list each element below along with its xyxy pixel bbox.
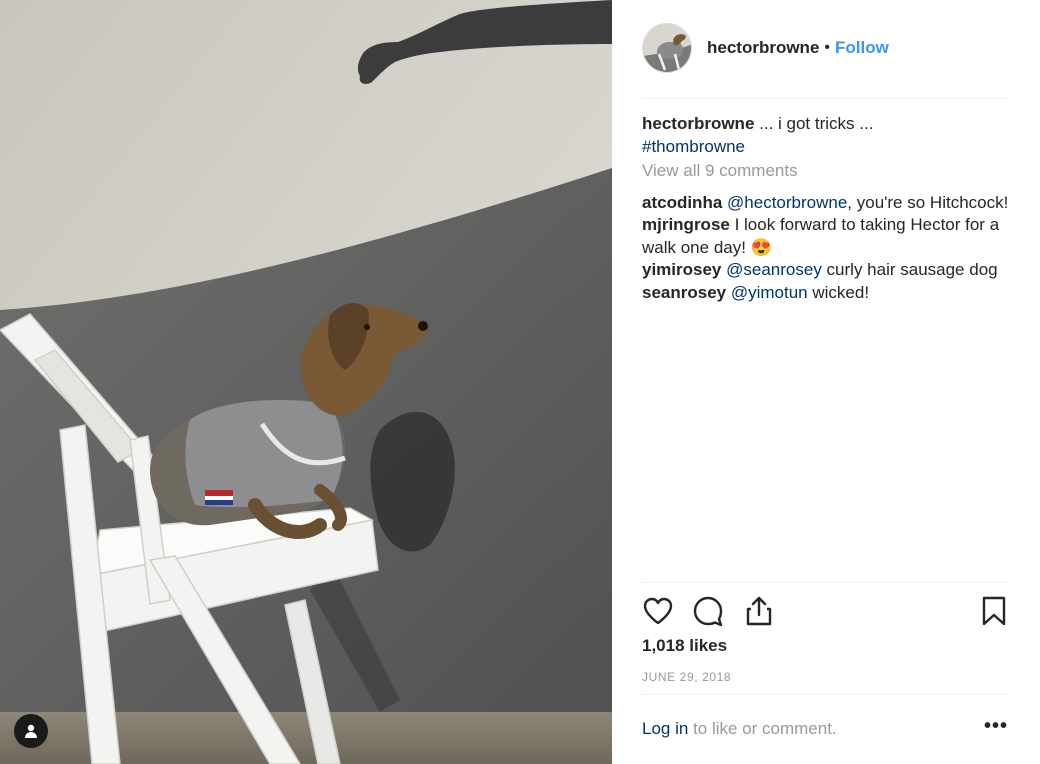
login-prompt: Log in to like or comment. ••• bbox=[642, 715, 1008, 739]
comment-icon[interactable] bbox=[692, 595, 724, 632]
post-username[interactable]: hectorbrowne bbox=[707, 38, 819, 58]
post-photo[interactable] bbox=[0, 0, 612, 764]
comment-item: yimirosey @seanrosey curly hair sausage … bbox=[642, 259, 1022, 282]
caption-hashtag[interactable]: #thombrowne bbox=[642, 137, 745, 156]
separator-dot: • bbox=[824, 39, 831, 56]
post-date[interactable]: JUNE 29, 2018 bbox=[642, 670, 731, 684]
login-text: to like or comment. bbox=[688, 719, 837, 738]
heart-icon[interactable] bbox=[642, 595, 674, 632]
comment-text: wicked! bbox=[807, 282, 870, 302]
likes-count[interactable]: 1,018 likes bbox=[642, 636, 727, 656]
post-image bbox=[0, 0, 612, 764]
action-bar bbox=[642, 595, 1008, 629]
caption-username[interactable]: hectorbrowne bbox=[642, 114, 754, 133]
comment-username[interactable]: seanrosey bbox=[642, 283, 726, 302]
comment-item: seanrosey @yimotun wicked! bbox=[642, 282, 1022, 305]
comment-text: curly hair sausage dog bbox=[821, 260, 998, 279]
comment-username[interactable]: yimirosey bbox=[642, 260, 721, 279]
post-sidebar: hectorbrowne • Follow hectorbrowne ... i… bbox=[612, 0, 1040, 764]
post-header: hectorbrowne • Follow bbox=[642, 22, 889, 74]
view-all-comments-link[interactable]: View all 9 comments bbox=[642, 160, 1022, 183]
user-tag-icon bbox=[23, 723, 39, 739]
comment-username[interactable]: mjringrose bbox=[642, 215, 730, 234]
post-viewer: hectorbrowne • Follow hectorbrowne ... i… bbox=[0, 0, 1040, 764]
comment-item: mjringrose I look forward to taking Hect… bbox=[642, 214, 1022, 259]
comment-text: , you're so Hitchcock! bbox=[847, 192, 1009, 212]
avatar[interactable] bbox=[642, 23, 692, 73]
share-icon[interactable] bbox=[743, 595, 775, 632]
comment-username[interactable]: atcodinha bbox=[642, 193, 722, 212]
follow-button[interactable]: Follow bbox=[835, 38, 889, 58]
comment-mention[interactable]: @yimotun bbox=[731, 283, 808, 302]
footer-divider bbox=[642, 694, 1008, 695]
comment-mention[interactable]: @seanrosey bbox=[726, 260, 822, 279]
actions-divider bbox=[642, 582, 1008, 583]
header-divider bbox=[642, 98, 1008, 99]
caption: hectorbrowne ... i got tricks ... #thomb… bbox=[642, 113, 1022, 158]
user-tag-button[interactable] bbox=[14, 714, 48, 748]
comments-section: hectorbrowne ... i got tricks ... #thomb… bbox=[642, 113, 1022, 304]
more-options-button[interactable]: ••• bbox=[984, 715, 1008, 738]
caption-text: ... i got tricks ... bbox=[754, 114, 874, 133]
comment-mention[interactable]: @hectorbrowne bbox=[727, 193, 847, 212]
bookmark-icon[interactable] bbox=[980, 595, 1008, 632]
login-link[interactable]: Log in bbox=[642, 719, 688, 738]
comment-item: atcodinha @hectorbrowne, you're so Hitch… bbox=[642, 192, 1022, 215]
